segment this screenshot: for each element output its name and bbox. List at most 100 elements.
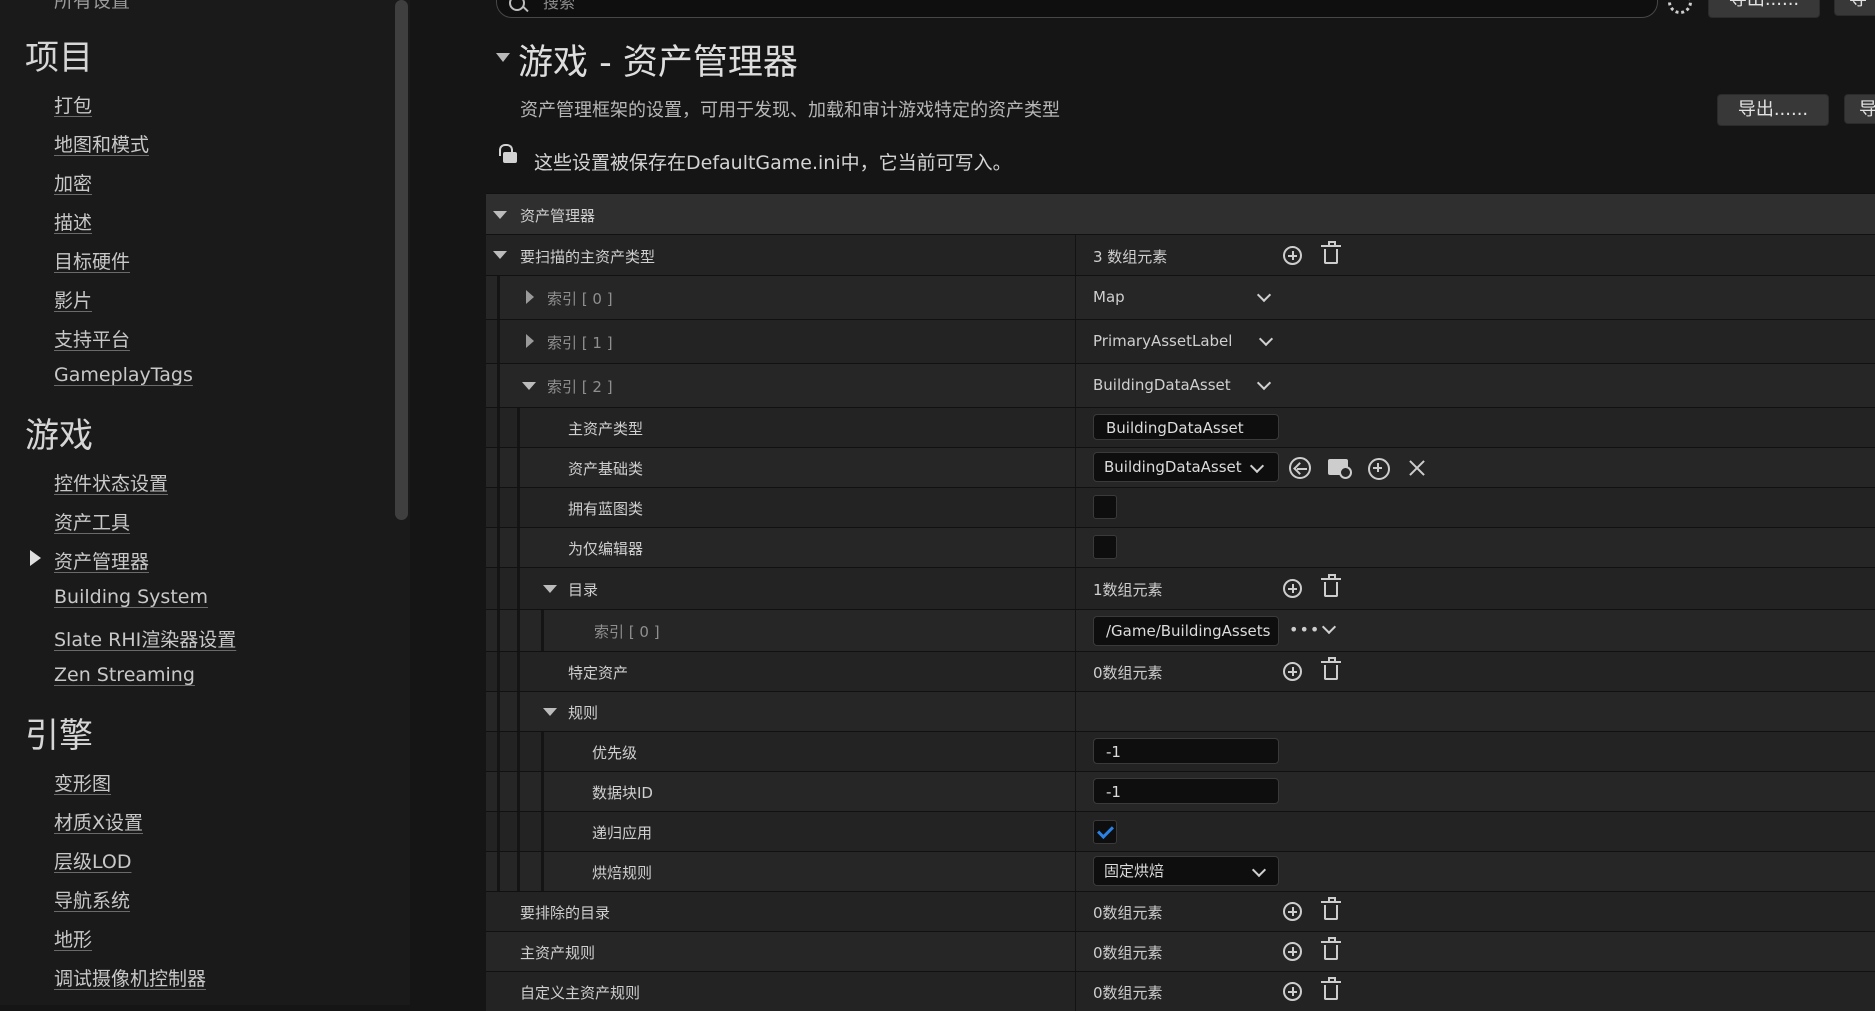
trash-icon[interactable]: [1321, 241, 1341, 264]
sidebar-item-description[interactable]: 描述: [54, 208, 92, 235]
chevron-down-icon: [1249, 458, 1265, 474]
collapse-arrow-icon[interactable]: [522, 382, 536, 390]
chunk-id-field[interactable]: -1: [1093, 778, 1279, 804]
add-element-icon[interactable]: [1283, 942, 1302, 961]
trash-icon[interactable]: [1321, 574, 1341, 597]
collapse-arrow-icon[interactable]: [493, 211, 507, 219]
sidebar-item-supported-platforms[interactable]: 支持平台: [54, 325, 130, 352]
unlock-icon: [503, 152, 517, 163]
import-button[interactable]: 导: [1844, 94, 1875, 124]
chevron-down-icon: [1251, 862, 1267, 878]
gear-icon[interactable]: [1668, 0, 1692, 14]
close-icon[interactable]: [1407, 458, 1427, 478]
sidebar-item-all-settings[interactable]: 所有设置: [54, 0, 130, 13]
sidebar-scrollbar[interactable]: [395, 0, 408, 520]
property-label: 规则: [568, 704, 599, 722]
use-selected-icon[interactable]: [1289, 457, 1311, 479]
row-rules: 规则: [486, 691, 1875, 731]
add-element-icon[interactable]: [1283, 662, 1302, 681]
sidebar-item-materialx[interactable]: 材质X设置: [54, 808, 143, 835]
trash-icon[interactable]: [1321, 657, 1341, 680]
chevron-down-icon[interactable]: [1256, 375, 1272, 391]
category-asset-manager[interactable]: 资产管理器: [486, 193, 1875, 234]
row-primary-asset-rules: 主资产规则 0数组元素: [486, 931, 1875, 971]
add-element-icon[interactable]: [1283, 982, 1302, 1001]
asset-base-class-combo[interactable]: BuildingDataAsset: [1093, 452, 1279, 482]
config-save-note: 这些设置被保存在DefaultGame.ini中，它当前可写入。: [534, 152, 1012, 174]
property-label: 要排除的目录: [520, 904, 611, 922]
expand-arrow-icon[interactable]: [526, 334, 534, 348]
sidebar-item-morph-graph[interactable]: 变形图: [54, 769, 111, 796]
row-asset-base-class: 资产基础类 BuildingDataAsset: [486, 447, 1875, 487]
combo-value: BuildingDataAsset: [1104, 458, 1242, 476]
sidebar-item-asset-tools[interactable]: 资产工具: [54, 508, 130, 535]
has-blueprint-checkbox[interactable]: [1093, 495, 1117, 519]
collapse-arrow-icon[interactable]: [496, 53, 510, 62]
sidebar-item-hlod[interactable]: 层级LOD: [54, 847, 132, 874]
type-combo-value[interactable]: Map: [1093, 288, 1125, 306]
sidebar-item-navigation[interactable]: 导航系统: [54, 886, 130, 913]
sidebar-item-target-hardware[interactable]: 目标硬件: [54, 247, 130, 274]
trash-icon[interactable]: [1321, 897, 1341, 920]
property-label: 目录: [568, 581, 599, 599]
directory-path-field[interactable]: /Game/BuildingAssets: [1093, 616, 1279, 646]
property-label: 优先级: [592, 744, 638, 762]
sidebar-item-landscape[interactable]: 地形: [54, 925, 92, 952]
type-combo-value[interactable]: PrimaryAssetLabel: [1093, 332, 1232, 350]
primary-asset-type-field[interactable]: BuildingDataAsset: [1093, 414, 1279, 440]
sidebar-item-widget-state[interactable]: 控件状态设置: [54, 469, 168, 496]
chevron-down-icon[interactable]: [1258, 331, 1274, 347]
chevron-down-icon[interactable]: [1256, 287, 1272, 303]
priority-field[interactable]: -1: [1093, 738, 1279, 764]
search-placeholder: 搜索: [543, 0, 576, 12]
cook-rule-combo[interactable]: 固定烘焙: [1093, 856, 1279, 886]
row-primary-asset-types: 要扫描的主资产类型 3 数组元素: [486, 234, 1875, 275]
chevron-down-icon[interactable]: [1321, 619, 1337, 635]
collapse-arrow-icon[interactable]: [493, 251, 507, 259]
editor-only-checkbox[interactable]: [1093, 535, 1117, 559]
add-element-icon[interactable]: [1283, 579, 1302, 598]
property-label: 主资产规则: [520, 944, 596, 962]
collapse-arrow-icon[interactable]: [543, 585, 557, 593]
sidebar-item-packaging[interactable]: 打包: [54, 91, 92, 118]
sidebar-item-slate-rhi[interactable]: Slate RHI渲染器设置: [54, 625, 236, 652]
add-element-icon[interactable]: [1283, 246, 1302, 265]
row-specific-assets: 特定资产 0数组元素: [486, 651, 1875, 691]
property-label: 索引 [ 0 ]: [594, 623, 660, 641]
sidebar-item-crypto[interactable]: 加密: [54, 169, 92, 196]
sidebar-item-maps-modes[interactable]: 地图和模式: [54, 130, 149, 157]
trash-icon[interactable]: [1321, 937, 1341, 960]
import-top-button[interactable]: 导: [1834, 0, 1875, 16]
apply-recursively-checkbox[interactable]: [1093, 820, 1117, 844]
combo-value: 固定烘焙: [1104, 862, 1165, 880]
expand-arrow-icon[interactable]: [526, 290, 534, 304]
collapse-arrow-icon[interactable]: [543, 708, 557, 716]
sidebar-item-debug-camera[interactable]: 调试摄像机控制器: [54, 964, 206, 991]
row-index-0: 索引 [ 0 ] Map: [486, 275, 1875, 319]
row-index-1: 索引 [ 1 ] PrimaryAssetLabel: [486, 319, 1875, 363]
property-label: 索引 [ 1 ]: [547, 334, 613, 352]
property-label: 递归应用: [592, 824, 653, 842]
sidebar-item-building-system[interactable]: Building System: [54, 586, 208, 608]
trash-icon[interactable]: [1321, 977, 1341, 1000]
property-label: 烘焙规则: [592, 864, 653, 882]
sidebar-item-asset-manager[interactable]: 资产管理器: [54, 547, 149, 574]
add-icon[interactable]: [1368, 458, 1390, 480]
property-label: 自定义主资产规则: [520, 984, 641, 1002]
sidebar-item-gameplay-tags[interactable]: GameplayTags: [54, 364, 193, 386]
add-element-icon[interactable]: [1283, 902, 1302, 921]
browse-icon[interactable]: [1328, 459, 1352, 479]
export-button[interactable]: 导出......: [1717, 94, 1829, 126]
row-cook-rule: 烘焙规则 固定烘焙: [486, 851, 1875, 891]
row-directories: 目录 1数组元素: [486, 567, 1875, 609]
sidebar-item-movies[interactable]: 影片: [54, 286, 92, 313]
search-input[interactable]: 搜索: [496, 0, 1658, 18]
type-combo-value[interactable]: BuildingDataAsset: [1093, 376, 1231, 394]
sidebar-section-engine: 引擎: [25, 716, 93, 756]
row-excluded-directories: 要排除的目录 0数组元素: [486, 891, 1875, 931]
property-label: 索引 [ 0 ]: [547, 290, 613, 308]
more-options-icon[interactable]: •••: [1289, 620, 1320, 639]
row-chunk-id: 数据块ID -1: [486, 771, 1875, 811]
sidebar-item-zen-streaming[interactable]: Zen Streaming: [54, 664, 195, 686]
export-top-button[interactable]: 导出......: [1708, 0, 1820, 18]
